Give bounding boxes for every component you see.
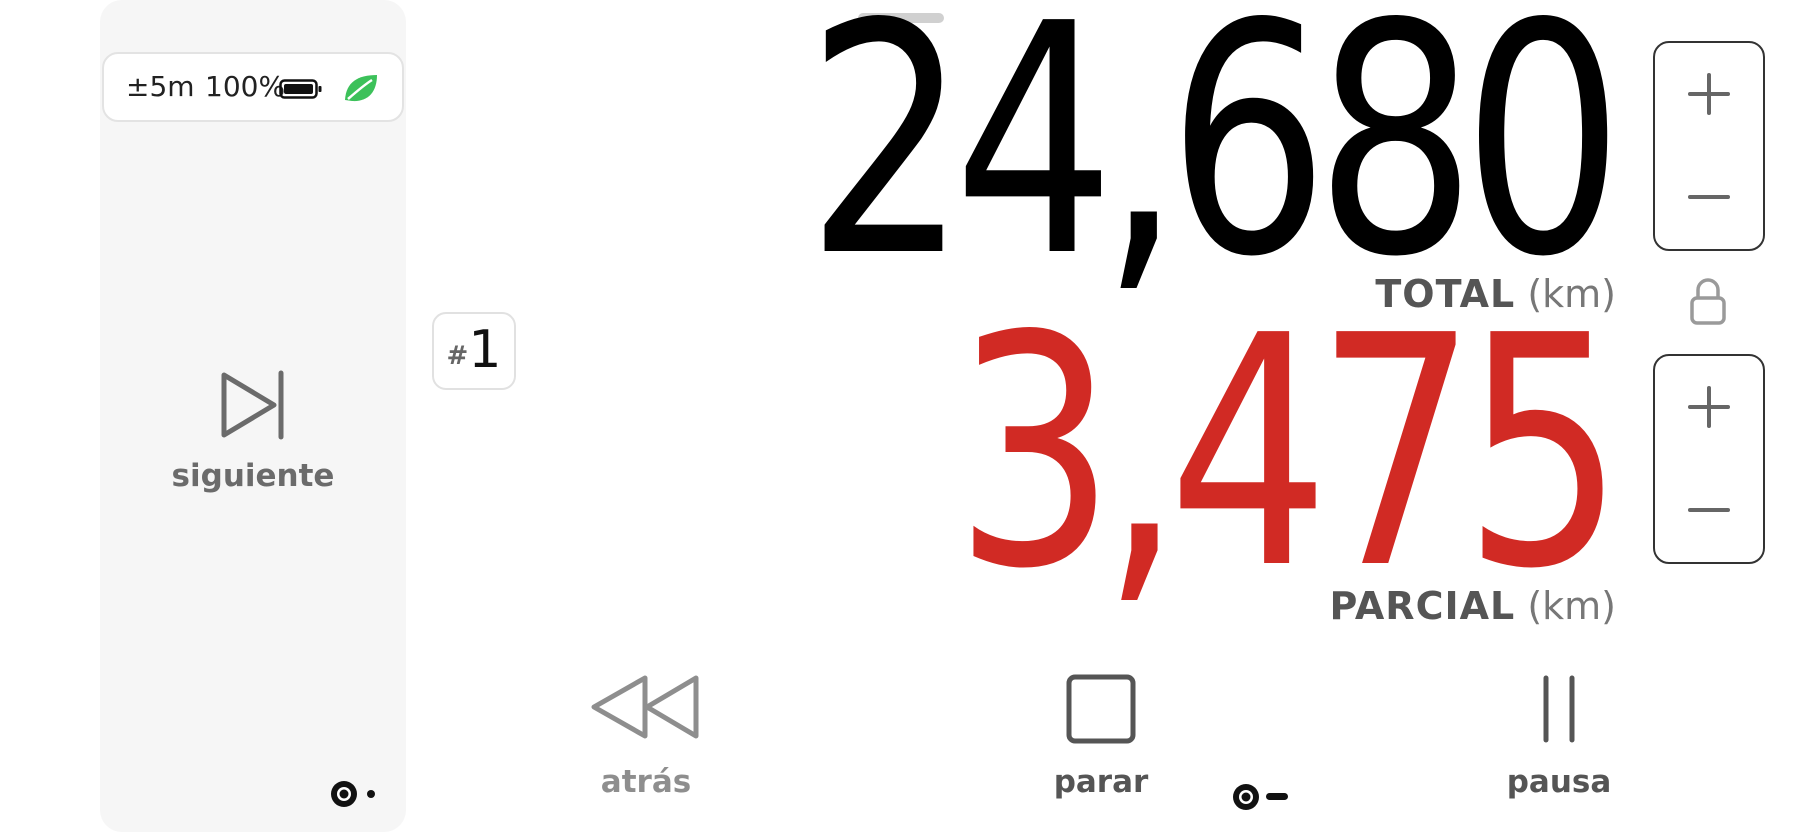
total-decrease-button[interactable] — [1655, 146, 1763, 249]
segment-number: 1 — [468, 320, 502, 380]
partial-unit: (km) — [1527, 584, 1616, 628]
partial-decrease-button[interactable] — [1655, 459, 1763, 562]
back-button[interactable]: atrás — [546, 668, 746, 818]
page-indicator-dots — [331, 781, 375, 807]
partial-label-text: PARCIAL — [1329, 584, 1516, 628]
rewind-icon — [591, 675, 699, 739]
total-stepper — [1653, 41, 1765, 251]
stop-icon — [1066, 674, 1136, 744]
plus-icon — [1688, 73, 1730, 115]
page-indicator-dots — [1233, 784, 1288, 810]
partial-distance-value: 3,475 — [953, 268, 1625, 638]
battery-level: 100% — [205, 70, 286, 103]
total-distance-value: 24,680 — [806, 0, 1624, 326]
leaf-icon — [345, 75, 377, 102]
gps-accuracy: ±5m — [126, 70, 195, 103]
minus-icon — [1688, 195, 1730, 199]
segment-hash: # — [446, 341, 469, 371]
lock-icon[interactable] — [1688, 276, 1728, 326]
partial-distance-label: PARCIAL (km) — [1330, 584, 1616, 628]
back-label: atrás — [600, 764, 692, 800]
next-label: siguiente — [171, 458, 335, 494]
pause-icon — [1543, 675, 1575, 743]
battery-full-icon — [279, 79, 322, 99]
pause-button[interactable]: pausa — [1459, 668, 1659, 818]
segment-badge[interactable]: #1 — [432, 312, 516, 390]
stop-button[interactable]: parar — [1001, 668, 1201, 818]
total-increase-button[interactable] — [1655, 43, 1763, 146]
stop-label: parar — [1053, 764, 1149, 800]
partial-stepper — [1653, 354, 1765, 564]
minus-icon — [1688, 508, 1730, 512]
skip-next-icon — [221, 370, 284, 440]
partial-increase-button[interactable] — [1655, 356, 1763, 459]
plus-icon — [1688, 386, 1730, 428]
pause-label: pausa — [1506, 764, 1612, 800]
